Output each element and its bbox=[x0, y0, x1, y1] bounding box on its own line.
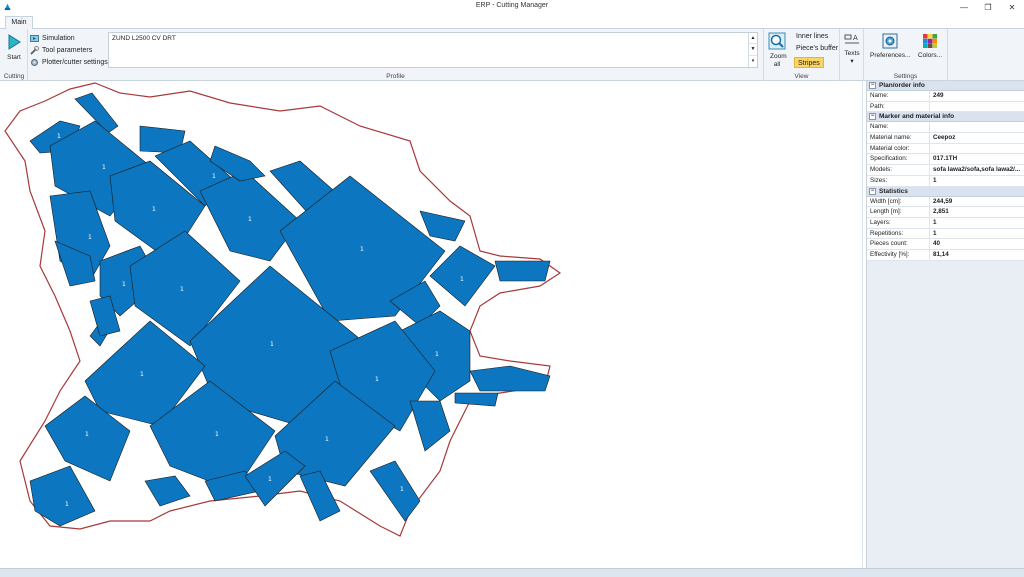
colors-button[interactable]: Colors... bbox=[916, 33, 944, 60]
marker-canvas[interactable]: 1 1 1 1 1 1 1 1 1 1 1 1 1 1 1 1 1 1 1 1 bbox=[0, 81, 862, 568]
property-row: Length [m]: 2,851 bbox=[867, 207, 1024, 218]
ribbon-tabs: Main bbox=[0, 14, 1024, 30]
piece-label: 1 bbox=[88, 234, 92, 241]
properties-panel: − Plan/order info Name: 249 Path: − Marke… bbox=[866, 81, 1024, 568]
view-group-label: View bbox=[794, 73, 809, 80]
svg-text:A: A bbox=[853, 34, 858, 42]
preferences-icon bbox=[882, 33, 898, 49]
piece-label: 1 bbox=[360, 246, 364, 253]
cutting-group: Start Cutting bbox=[0, 29, 28, 81]
piece-label: 1 bbox=[85, 431, 89, 438]
restore-button[interactable]: ❐ bbox=[976, 0, 1000, 14]
piece bbox=[369, 460, 421, 522]
piece-label: 1 bbox=[122, 281, 126, 288]
property-row: Pieces count: 40 bbox=[867, 239, 1024, 250]
ribbon: Start Cutting Simulation Tool parameters… bbox=[0, 29, 1024, 81]
play-icon bbox=[8, 34, 21, 50]
piece-label: 1 bbox=[140, 371, 144, 378]
profile-value: ZUND L2500 CV DRT bbox=[112, 35, 176, 42]
status-bar bbox=[0, 568, 1024, 577]
stripes-toggle[interactable]: Stripes bbox=[794, 57, 824, 68]
piece bbox=[454, 392, 499, 407]
minimize-button[interactable]: — bbox=[952, 0, 976, 14]
close-button[interactable]: ✕ bbox=[1000, 0, 1024, 14]
property-row: Specification: 017.1TH bbox=[867, 154, 1024, 166]
piece bbox=[469, 365, 551, 392]
piece-label: 1 bbox=[215, 431, 219, 438]
piece bbox=[409, 400, 451, 452]
property-row: Name: bbox=[867, 122, 1024, 134]
piece bbox=[144, 475, 191, 507]
palette-icon bbox=[923, 34, 937, 48]
tab-main[interactable]: Main bbox=[5, 16, 33, 30]
expand-icon[interactable]: ▾ bbox=[749, 56, 757, 67]
texts-icon: A bbox=[844, 34, 859, 44]
piece-label: 1 bbox=[180, 286, 184, 293]
piece-label: 1 bbox=[248, 216, 252, 223]
profile-group-label: Profile bbox=[386, 73, 405, 80]
collapse-icon[interactable]: − bbox=[869, 82, 876, 89]
title-bar: ERP - Cutting Manager — ❐ ✕ bbox=[0, 0, 1024, 14]
property-row: Layers: 1 bbox=[867, 217, 1024, 229]
profile-list[interactable]: ZUND L2500 CV DRT ▲ ▼ ▾ bbox=[108, 32, 758, 68]
texts-label: Texts bbox=[844, 50, 860, 57]
piece-label: 1 bbox=[152, 206, 156, 213]
texts-button[interactable]: A Texts ▾ bbox=[842, 33, 862, 66]
piece-label: 1 bbox=[212, 173, 216, 180]
preferences-label: Preferences... bbox=[870, 52, 911, 59]
colors-label: Colors... bbox=[917, 52, 943, 59]
scroll-up-icon[interactable]: ▲ bbox=[749, 33, 757, 45]
start-button[interactable]: Start bbox=[2, 33, 26, 62]
property-row: Path: bbox=[867, 101, 1024, 113]
piece-label: 1 bbox=[57, 133, 61, 140]
property-row: Material color: bbox=[867, 143, 1024, 155]
preferences-button[interactable]: Preferences... bbox=[870, 33, 910, 60]
property-row: Effectivity [%]: 81,14 bbox=[867, 249, 1024, 261]
pieces-buffer-button[interactable]: Piece's buffer bbox=[796, 45, 838, 52]
property-row: Width [cm]: 244,59 bbox=[867, 196, 1024, 208]
piece-label: 1 bbox=[268, 476, 272, 483]
property-row: Name: 249 bbox=[867, 91, 1024, 102]
hide-marker-drawing[interactable]: 1 1 1 1 1 1 1 1 1 1 1 1 1 1 1 1 1 1 1 1 bbox=[0, 81, 862, 568]
piece-label: 1 bbox=[270, 341, 274, 348]
collapse-icon[interactable]: − bbox=[869, 187, 876, 195]
property-row: Sizes: 1 bbox=[867, 175, 1024, 187]
settings-group-label: Settings bbox=[893, 73, 918, 80]
profile-scroll: ▲ ▼ ▾ bbox=[748, 33, 757, 67]
window-title: ERP - Cutting Manager bbox=[475, 2, 549, 9]
start-label: Start bbox=[7, 54, 21, 61]
property-row: Material name: Ceepoz bbox=[867, 133, 1024, 144]
piece-label: 1 bbox=[460, 276, 464, 283]
zoom-icon bbox=[768, 32, 786, 50]
piece-label: 1 bbox=[400, 486, 404, 493]
statistics-header[interactable]: − Statistics bbox=[867, 186, 1024, 197]
collapse-icon[interactable]: − bbox=[869, 113, 876, 121]
scroll-down-icon[interactable]: ▼ bbox=[749, 44, 757, 56]
piece-label: 1 bbox=[65, 501, 69, 508]
piece-label: 1 bbox=[102, 164, 106, 171]
piece bbox=[29, 465, 96, 527]
piece bbox=[494, 260, 551, 282]
piece-label: 1 bbox=[325, 436, 329, 443]
piece-label: 1 bbox=[435, 351, 439, 358]
marker-info-header[interactable]: − Marker and material info bbox=[867, 112, 1024, 123]
property-row: Repetitions: 1 bbox=[867, 228, 1024, 240]
zoom-all-button[interactable]: Zoom all bbox=[766, 32, 788, 69]
cutting-group-label: Cutting bbox=[3, 73, 25, 80]
zoom-all-label: Zoom all bbox=[770, 53, 787, 68]
chevron-down-icon: ▾ bbox=[850, 58, 854, 65]
inner-lines-button[interactable]: Inner lines bbox=[796, 33, 828, 40]
plan-info-header[interactable]: − Plan/order info bbox=[867, 81, 1024, 91]
piece-label: 1 bbox=[375, 376, 379, 383]
property-row: Models: sofa lawa2/sofa,sofa lawa2/... bbox=[867, 165, 1024, 176]
